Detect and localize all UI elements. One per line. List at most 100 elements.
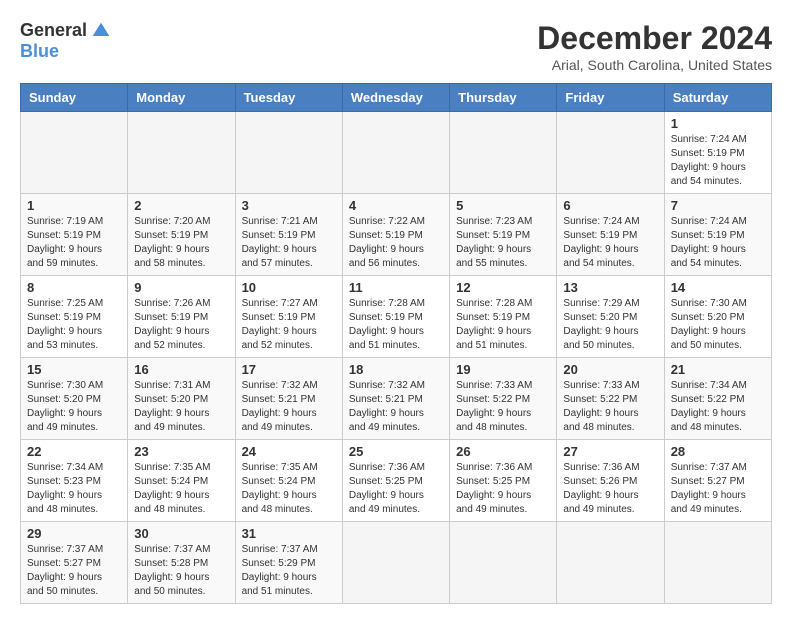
calendar-day-header: Wednesday <box>342 84 449 112</box>
day-number: 23 <box>134 444 228 459</box>
month-title: December 2024 <box>537 20 772 57</box>
day-info: Sunrise: 7:29 AMSunset: 5:20 PMDaylight:… <box>563 297 657 353</box>
day-info: Sunrise: 7:24 AMSunset: 5:19 PMDaylight:… <box>563 215 657 271</box>
calendar-day-cell <box>450 522 557 604</box>
calendar-day-header: Thursday <box>450 84 557 112</box>
logo-general-text: General <box>20 20 87 41</box>
calendar-day-header: Sunday <box>21 84 128 112</box>
calendar-day-cell: 7 Sunrise: 7:24 AMSunset: 5:19 PMDaylight… <box>664 194 771 276</box>
day-number: 14 <box>671 280 765 295</box>
day-number: 15 <box>27 362 121 377</box>
calendar-week-row: 22Sunrise: 7:34 AMSunset: 5:23 PMDayligh… <box>21 440 772 522</box>
day-number: 22 <box>27 444 121 459</box>
day-info: Sunrise: 7:21 AMSunset: 5:19 PMDaylight:… <box>242 215 336 271</box>
calendar-day-cell: 27 Sunrise: 7:36 AMSunset: 5:26 PMDayligh… <box>557 440 664 522</box>
day-info: Sunrise: 7:24 AMSunset: 5:19 PMDaylight:… <box>671 133 765 189</box>
page-header: General Blue December 2024 Arial, South … <box>20 20 772 73</box>
day-info: Sunrise: 7:22 AMSunset: 5:19 PMDaylight:… <box>349 215 443 271</box>
day-number: 25 <box>349 444 443 459</box>
calendar-day-cell: 3 Sunrise: 7:21 AMSunset: 5:19 PMDaylight… <box>235 194 342 276</box>
calendar-day-cell <box>342 522 449 604</box>
day-info: Sunrise: 7:36 AMSunset: 5:25 PMDaylight:… <box>349 461 443 517</box>
calendar-day-cell <box>557 522 664 604</box>
calendar-day-cell: 19Sunrise: 7:33 AMSunset: 5:22 PMDayligh… <box>450 358 557 440</box>
logo: General Blue <box>20 20 111 62</box>
day-info: Sunrise: 7:36 AMSunset: 5:25 PMDaylight:… <box>456 461 550 517</box>
calendar-week-row: 15 Sunrise: 7:30 AMSunset: 5:20 PMDayligh… <box>21 358 772 440</box>
day-info: Sunrise: 7:25 AMSunset: 5:19 PMDaylight:… <box>27 297 121 353</box>
day-number: 29 <box>27 526 121 541</box>
calendar-day-cell: 1 Sunrise: 7:24 AMSunset: 5:19 PMDaylight… <box>664 112 771 194</box>
calendar-day-header: Monday <box>128 84 235 112</box>
calendar-day-cell: 25 Sunrise: 7:36 AMSunset: 5:25 PMDayligh… <box>342 440 449 522</box>
calendar-week-row: 29 Sunrise: 7:37 AMSunset: 5:27 PMDayligh… <box>21 522 772 604</box>
day-info: Sunrise: 7:32 AMSunset: 5:21 PMDaylight:… <box>349 379 443 435</box>
calendar-day-cell: 28Sunrise: 7:37 AMSunset: 5:27 PMDayligh… <box>664 440 771 522</box>
calendar-day-header: Friday <box>557 84 664 112</box>
day-number: 27 <box>563 444 657 459</box>
day-info: Sunrise: 7:35 AMSunset: 5:24 PMDaylight:… <box>134 461 228 517</box>
calendar-day-header: Tuesday <box>235 84 342 112</box>
calendar-day-cell: 9 Sunrise: 7:26 AMSunset: 5:19 PMDaylight… <box>128 276 235 358</box>
calendar-day-cell <box>450 112 557 194</box>
day-number: 12 <box>456 280 550 295</box>
day-number: 16 <box>134 362 228 377</box>
day-info: Sunrise: 7:24 AMSunset: 5:19 PMDaylight:… <box>671 215 765 271</box>
calendar-day-cell: 17Sunrise: 7:32 AMSunset: 5:21 PMDayligh… <box>235 358 342 440</box>
day-number: 4 <box>349 198 443 213</box>
calendar-day-cell <box>664 522 771 604</box>
day-info: Sunrise: 7:19 AMSunset: 5:19 PMDaylight:… <box>27 215 121 271</box>
calendar-day-cell: 24 Sunrise: 7:35 AMSunset: 5:24 PMDayligh… <box>235 440 342 522</box>
day-number: 6 <box>563 198 657 213</box>
day-number: 9 <box>134 280 228 295</box>
calendar-day-cell: 16Sunrise: 7:31 AMSunset: 5:20 PMDayligh… <box>128 358 235 440</box>
calendar-day-cell: 23 Sunrise: 7:35 AMSunset: 5:24 PMDayligh… <box>128 440 235 522</box>
calendar-week-row: 8 Sunrise: 7:25 AMSunset: 5:19 PMDaylight… <box>21 276 772 358</box>
day-number: 1 <box>671 116 765 131</box>
day-number: 7 <box>671 198 765 213</box>
calendar-week-row: 1Sunrise: 7:19 AMSunset: 5:19 PMDaylight… <box>21 194 772 276</box>
day-info: Sunrise: 7:37 AMSunset: 5:27 PMDaylight:… <box>27 543 121 599</box>
calendar-day-cell: 10Sunrise: 7:27 AMSunset: 5:19 PMDayligh… <box>235 276 342 358</box>
day-info: Sunrise: 7:30 AMSunset: 5:20 PMDaylight:… <box>27 379 121 435</box>
day-info: Sunrise: 7:33 AMSunset: 5:22 PMDaylight:… <box>563 379 657 435</box>
logo-blue-text: Blue <box>20 41 59 62</box>
day-number: 28 <box>671 444 765 459</box>
day-number: 11 <box>349 280 443 295</box>
day-number: 19 <box>456 362 550 377</box>
day-info: Sunrise: 7:35 AMSunset: 5:24 PMDaylight:… <box>242 461 336 517</box>
day-info: Sunrise: 7:36 AMSunset: 5:26 PMDaylight:… <box>563 461 657 517</box>
calendar-day-cell: 2Sunrise: 7:20 AMSunset: 5:19 PMDaylight… <box>128 194 235 276</box>
calendar-day-cell: 8 Sunrise: 7:25 AMSunset: 5:19 PMDaylight… <box>21 276 128 358</box>
calendar-day-cell <box>235 112 342 194</box>
day-number: 24 <box>242 444 336 459</box>
day-info: Sunrise: 7:37 AMSunset: 5:29 PMDaylight:… <box>242 543 336 599</box>
day-info: Sunrise: 7:23 AMSunset: 5:19 PMDaylight:… <box>456 215 550 271</box>
calendar-day-cell: 6 Sunrise: 7:24 AMSunset: 5:19 PMDaylight… <box>557 194 664 276</box>
day-info: Sunrise: 7:28 AMSunset: 5:19 PMDaylight:… <box>456 297 550 353</box>
calendar-day-cell: 26Sunrise: 7:36 AMSunset: 5:25 PMDayligh… <box>450 440 557 522</box>
calendar-day-cell: 12 Sunrise: 7:28 AMSunset: 5:19 PMDayligh… <box>450 276 557 358</box>
day-number: 8 <box>27 280 121 295</box>
day-number: 2 <box>134 198 228 213</box>
logo-icon <box>91 21 111 41</box>
title-section: December 2024 Arial, South Carolina, Uni… <box>537 20 772 73</box>
calendar-day-cell: 20Sunrise: 7:33 AMSunset: 5:22 PMDayligh… <box>557 358 664 440</box>
day-info: Sunrise: 7:34 AMSunset: 5:22 PMDaylight:… <box>671 379 765 435</box>
day-info: Sunrise: 7:26 AMSunset: 5:19 PMDaylight:… <box>134 297 228 353</box>
calendar-day-cell: 31 Sunrise: 7:37 AMSunset: 5:29 PMDayligh… <box>235 522 342 604</box>
day-info: Sunrise: 7:37 AMSunset: 5:28 PMDaylight:… <box>134 543 228 599</box>
day-number: 3 <box>242 198 336 213</box>
calendar-day-cell <box>128 112 235 194</box>
day-number: 17 <box>242 362 336 377</box>
day-number: 31 <box>242 526 336 541</box>
calendar-table: SundayMondayTuesdayWednesdayThursdayFrid… <box>20 83 772 604</box>
calendar-day-cell <box>557 112 664 194</box>
day-number: 18 <box>349 362 443 377</box>
calendar-day-cell: 30Sunrise: 7:37 AMSunset: 5:28 PMDayligh… <box>128 522 235 604</box>
calendar-day-cell: 13 Sunrise: 7:29 AMSunset: 5:20 PMDayligh… <box>557 276 664 358</box>
day-number: 13 <box>563 280 657 295</box>
calendar-day-cell: 11Sunrise: 7:28 AMSunset: 5:19 PMDayligh… <box>342 276 449 358</box>
calendar-day-cell: 21Sunrise: 7:34 AMSunset: 5:22 PMDayligh… <box>664 358 771 440</box>
day-info: Sunrise: 7:30 AMSunset: 5:20 PMDaylight:… <box>671 297 765 353</box>
